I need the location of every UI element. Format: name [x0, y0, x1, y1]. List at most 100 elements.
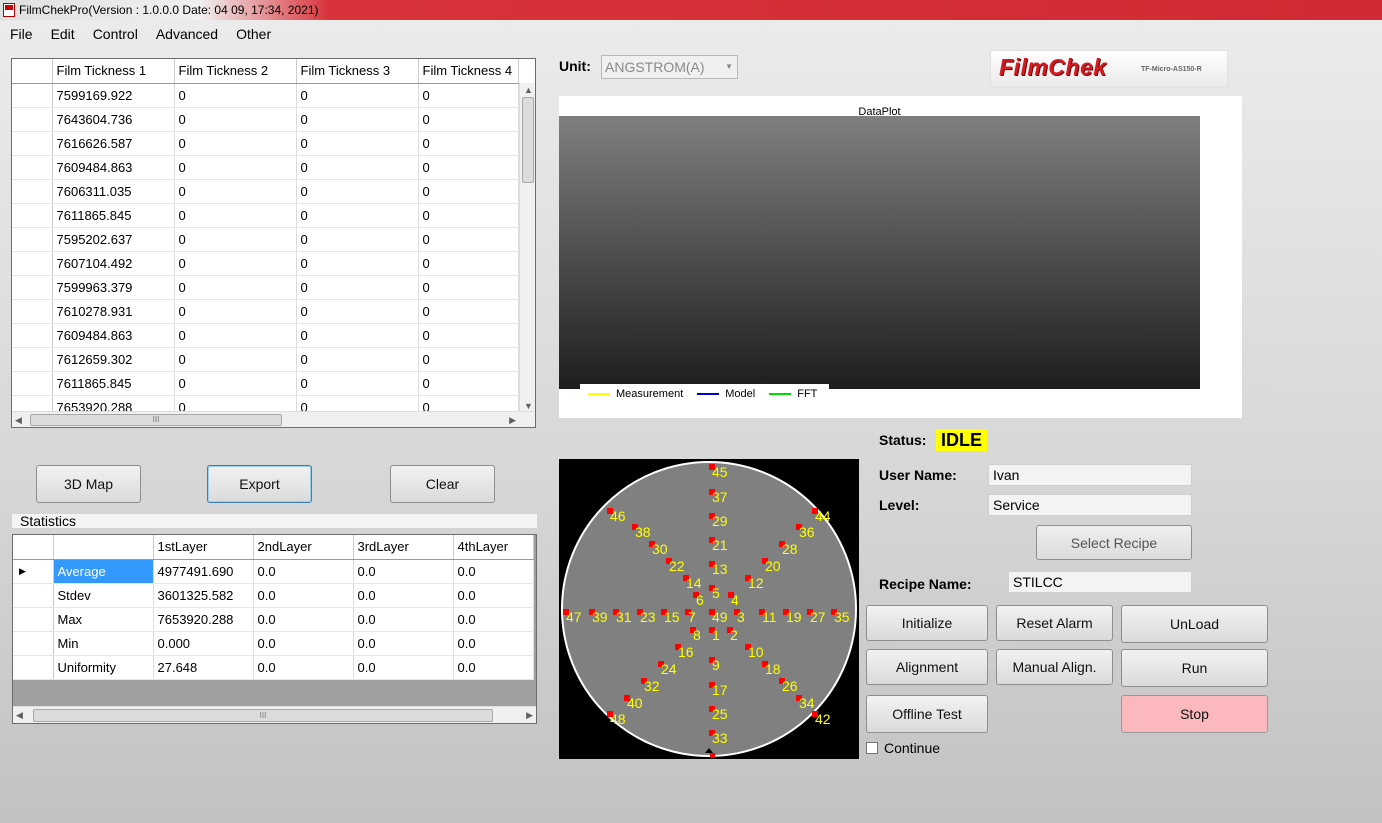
wafer-site[interactable]: 26 — [779, 678, 798, 694]
row-header[interactable] — [13, 607, 54, 632]
table-cell[interactable]: 0 — [296, 155, 419, 180]
menu-control[interactable]: Control — [83, 23, 146, 45]
table-cell[interactable]: 7616626.587 — [52, 131, 175, 156]
stats-row-label[interactable]: Max — [53, 607, 154, 632]
table-cell[interactable]: 0 — [296, 299, 419, 324]
scroll-thumb[interactable] — [522, 97, 534, 183]
scroll-left-icon[interactable]: ◀ — [16, 710, 23, 721]
stats-cell[interactable]: 0.0 — [453, 559, 534, 584]
stats-row-label[interactable]: Average — [53, 559, 154, 584]
export-button[interactable]: Export — [207, 465, 312, 503]
table-cell[interactable]: 7612659.302 — [52, 347, 175, 372]
table-row[interactable]: 7611865.845 0 0 0 — [12, 371, 519, 396]
row-header[interactable] — [13, 655, 54, 680]
column-header[interactable]: 2ndLayer — [253, 535, 354, 560]
clear-button[interactable]: Clear — [390, 465, 495, 503]
wafer-site[interactable]: 17 — [709, 682, 728, 698]
table-cell[interactable]: 0 — [174, 131, 297, 156]
wafer-site[interactable]: 18 — [762, 661, 781, 677]
stats-cell[interactable]: 0.0 — [353, 655, 454, 680]
wafer-site[interactable]: 15 — [661, 609, 680, 625]
row-header[interactable] — [12, 203, 53, 228]
table-cell[interactable]: 0 — [296, 131, 419, 156]
wafer-site[interactable]: 31 — [613, 609, 632, 625]
table-row[interactable]: 7611865.845 0 0 0 — [12, 203, 519, 228]
stats-cell[interactable]: 27.648 — [153, 655, 254, 680]
wafer-site[interactable]: 13 — [709, 561, 728, 577]
stats-cell[interactable]: 0.0 — [253, 631, 354, 656]
select-recipe-button[interactable]: Select Recipe — [1036, 525, 1192, 560]
row-header[interactable] — [12, 371, 53, 396]
scroll-down-icon[interactable]: ▼ — [524, 401, 533, 411]
row-header[interactable] — [12, 155, 53, 180]
stats-cell[interactable]: 0.0 — [253, 655, 354, 680]
row-header[interactable] — [12, 251, 53, 276]
table-cell[interactable]: 7609484.863 — [52, 155, 175, 180]
column-header[interactable]: 3rdLayer — [353, 535, 454, 560]
table-row[interactable]: 7599963.379 0 0 0 — [12, 275, 519, 300]
chevron-down-icon[interactable]: ▼ — [725, 62, 733, 71]
table-cell[interactable]: 0 — [296, 371, 419, 396]
scroll-left-icon[interactable]: ◀ — [15, 415, 22, 426]
thickness-vscroll[interactable]: ▲ ▼ — [519, 83, 535, 413]
stats-cell[interactable]: 4977491.690 — [153, 559, 254, 584]
table-cell[interactable]: 0 — [418, 299, 519, 324]
wafer-site[interactable]: 23 — [637, 609, 656, 625]
wafer-site[interactable]: 19 — [783, 609, 802, 625]
wafer-site[interactable]: 30 — [649, 541, 668, 557]
table-cell[interactable]: 0 — [418, 323, 519, 348]
table-cell[interactable]: 0 — [174, 179, 297, 204]
wafer-site[interactable]: 10 — [745, 644, 764, 660]
row-header[interactable] — [12, 83, 53, 108]
table-cell[interactable]: 0 — [296, 251, 419, 276]
stats-cell[interactable]: 0.0 — [453, 655, 534, 680]
menu-other[interactable]: Other — [226, 23, 279, 45]
table-cell[interactable]: 0 — [174, 299, 297, 324]
row-header[interactable] — [12, 323, 53, 348]
column-header[interactable]: Film Tickness 1 — [52, 59, 175, 84]
user-name-field[interactable]: Ivan — [988, 464, 1192, 486]
wafer-map[interactable]: 45 37 29 21 13 5 1 9 17 25 33 46 38 30 22 14 6 44 36 28 20 12… — [559, 459, 859, 759]
thickness-hscroll[interactable]: ◀ III ▶ — [12, 411, 535, 427]
statistics-hscroll[interactable]: ◀ III ▶ — [13, 706, 536, 723]
wafer-site[interactable]: 46 — [607, 508, 626, 524]
stats-cell[interactable]: 0.0 — [253, 607, 354, 632]
table-cell[interactable]: 0 — [418, 347, 519, 372]
wafer-site[interactable]: 39 — [589, 609, 608, 625]
table-row[interactable]: 7595202.637 0 0 0 — [12, 227, 519, 252]
table-cell[interactable]: 7599169.922 — [52, 83, 175, 108]
stats-cell[interactable]: 0.0 — [453, 631, 534, 656]
table-cell[interactable]: 7606311.035 — [52, 179, 175, 204]
thickness-grid[interactable]: Film Tickness 1 Film Tickness 2 Film Tic… — [11, 58, 536, 428]
wafer-site[interactable]: 47 — [563, 609, 582, 625]
table-cell[interactable]: 0 — [296, 83, 419, 108]
scroll-right-icon[interactable]: ▶ — [509, 415, 516, 426]
wafer-site[interactable]: 40 — [624, 695, 643, 711]
wafer-site[interactable]: 38 — [632, 524, 651, 540]
column-header[interactable]: 1stLayer — [153, 535, 254, 560]
wafer-site[interactable]: 20 — [762, 558, 781, 574]
table-cell[interactable]: 0 — [174, 155, 297, 180]
wafer-site[interactable]: 44 — [812, 508, 831, 524]
initialize-button[interactable]: Initialize — [866, 605, 988, 641]
run-button[interactable]: Run — [1121, 649, 1268, 687]
table-cell[interactable]: 0 — [296, 203, 419, 228]
stats-cell[interactable]: 0.000 — [153, 631, 254, 656]
wafer-site[interactable]: 36 — [796, 524, 815, 540]
table-cell[interactable]: 0 — [418, 155, 519, 180]
stats-row-label[interactable]: Stdev — [53, 583, 154, 608]
table-row[interactable]: 7607104.492 0 0 0 — [12, 251, 519, 276]
recipe-name-field[interactable]: STILCC — [1008, 571, 1192, 593]
wafer-site[interactable]: 21 — [709, 537, 728, 553]
table-cell[interactable]: 7599963.379 — [52, 275, 175, 300]
scroll-right-icon[interactable]: ▶ — [526, 710, 533, 721]
table-cell[interactable]: 0 — [418, 83, 519, 108]
table-cell[interactable]: 0 — [174, 323, 297, 348]
row-header[interactable] — [12, 131, 53, 156]
table-cell[interactable]: 0 — [296, 323, 419, 348]
wafer-site[interactable]: 28 — [779, 541, 798, 557]
wafer-site[interactable]: 35 — [831, 609, 850, 625]
table-cell[interactable]: 0 — [418, 107, 519, 132]
stats-cell[interactable]: 3601325.582 — [153, 583, 254, 608]
table-row[interactable]: 7606311.035 0 0 0 — [12, 179, 519, 204]
